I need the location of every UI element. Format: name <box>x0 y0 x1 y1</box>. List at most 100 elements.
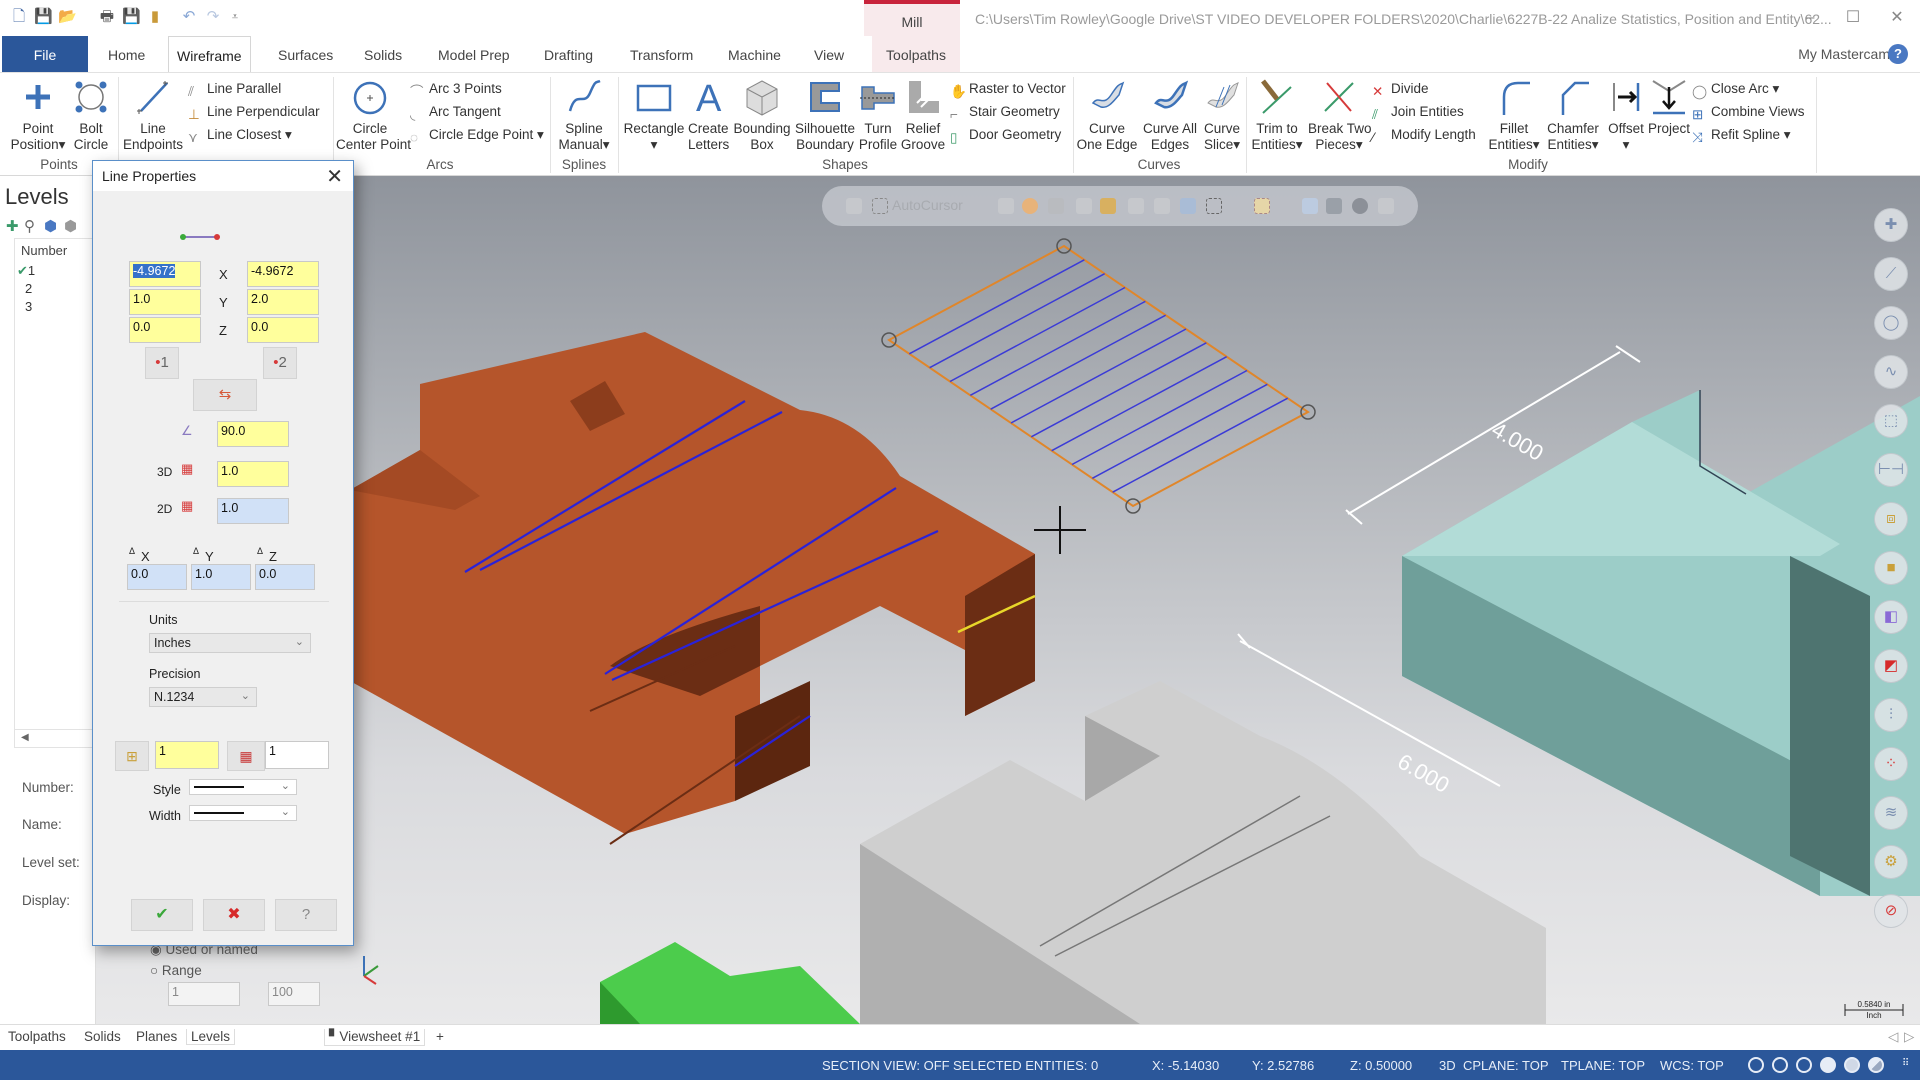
layers-icon[interactable]: ≋ <box>1874 796 1908 830</box>
range-radio[interactable]: ○ Range <box>150 963 202 978</box>
list-item[interactable]: 3 <box>25 299 32 314</box>
new-file-icon[interactable]: 🗋 <box>10 8 28 26</box>
minimize-button[interactable]: – <box>1795 6 1825 30</box>
create-letters-button[interactable]: A Create Letters <box>688 77 729 153</box>
level-field[interactable]: 1 <box>155 741 219 769</box>
undo-icon[interactable]: ↶ <box>180 8 198 26</box>
curve-slice-button[interactable]: Curve Slice▾ <box>1202 77 1242 153</box>
my-mastercam-link[interactable]: My Mastercam <box>1798 46 1890 62</box>
divide-button[interactable]: ✕ Divide <box>1372 81 1429 100</box>
length-3d-field[interactable]: 1.0 <box>217 461 289 487</box>
solid-icon[interactable]: ■ <box>1874 551 1908 585</box>
refit-spline-button[interactable]: ⤨ Refit Spline ▾ <box>1692 127 1791 146</box>
point2-y-field[interactable]: 2.0 <box>247 289 319 315</box>
tplane-status[interactable]: TPLANE: TOP <box>1561 1058 1645 1073</box>
orange-part[interactable] <box>350 332 1036 845</box>
scroll-left-icon[interactable]: ◁ <box>1888 1029 1898 1045</box>
relief-groove-button[interactable]: Relief Groove <box>900 77 946 153</box>
close-arc-button[interactable]: ◯ Close Arc ▾ <box>1692 81 1779 100</box>
select-only-icon[interactable] <box>1352 198 1368 214</box>
tab-wireframe[interactable]: Wireframe <box>168 36 251 72</box>
blank-icon[interactable]: ⊘ <box>1874 894 1908 928</box>
unselect-icon[interactable] <box>1378 198 1394 214</box>
ok-button[interactable]: ✔ <box>131 899 193 931</box>
lock-icon[interactable] <box>846 198 862 214</box>
tab-toolpaths[interactable]: Toolpaths <box>872 36 960 72</box>
tab-drafting[interactable]: Drafting <box>536 36 601 72</box>
analyze-icon[interactable]: ⁘ <box>1874 747 1908 781</box>
line-style-dropdown[interactable]: ⌄ <box>189 779 297 795</box>
stair-geometry-button[interactable]: ⌐ Stair Geometry <box>950 104 1060 123</box>
point2-z-field[interactable]: 0.0 <box>247 317 319 343</box>
dialog-titlebar[interactable]: Line Properties ✕ <box>93 161 353 191</box>
attributes-icon[interactable]: ⫶ <box>1874 698 1908 732</box>
angle-field[interactable]: 90.0 <box>217 421 289 447</box>
select-cursor-icon[interactable] <box>872 198 888 214</box>
show-all-icon[interactable]: ⬢ <box>44 219 58 234</box>
break-two-pieces-button[interactable]: Break Two Pieces▾ <box>1308 77 1372 153</box>
line-width-dropdown[interactable]: ⌄ <box>189 805 297 821</box>
hatched-rectangle[interactable] <box>881 238 1316 514</box>
wireframe-view-icon[interactable] <box>1748 1057 1764 1073</box>
select-body-icon[interactable] <box>1128 198 1144 214</box>
green-part[interactable] <box>600 942 860 1024</box>
point1-x-field[interactable]: -4.9672 <box>129 261 201 287</box>
material-icon[interactable] <box>1868 1057 1884 1073</box>
curve-one-edge-button[interactable]: Curve One Edge <box>1076 77 1138 153</box>
print-icon[interactable]: 🖶 <box>98 8 116 26</box>
modify-length-button[interactable]: ⁄ Modify Length <box>1372 127 1476 146</box>
hidden-line-icon[interactable] <box>1772 1057 1788 1073</box>
circle-icon[interactable]: ◯ <box>1874 306 1908 340</box>
autocursor-dropdown[interactable]: AutoCursor <box>892 197 963 213</box>
window-select-icon[interactable] <box>1206 198 1222 214</box>
combine-views-button[interactable]: ⊞ Combine Views <box>1692 104 1805 123</box>
dialog-close-icon[interactable]: ✕ <box>326 164 343 189</box>
line-parallel-button[interactable]: ⫽ Line Parallel <box>188 81 281 100</box>
units-dropdown[interactable]: Inches ⌄ <box>149 633 311 653</box>
section-view-status[interactable]: SECTION VIEW: OFF <box>822 1058 950 1073</box>
circle-center-point-button[interactable]: Circle Center Point <box>336 77 411 153</box>
color-icon[interactable]: ◩ <box>1874 649 1908 683</box>
offset-button[interactable]: Offset ▾ <box>1606 77 1646 153</box>
cursor-z[interactable]: Z: 0.50000 <box>1350 1058 1412 1073</box>
curve-all-edges-button[interactable]: Curve All Edges <box>1140 77 1200 153</box>
properties-icon[interactable]: ▮ <box>146 8 164 26</box>
list-item[interactable]: ✔1 <box>17 263 35 279</box>
search-icon[interactable]: ⚲ <box>24 219 38 234</box>
scroll-right-icon[interactable]: ▷ <box>1904 1029 1914 1045</box>
shaded-outline-icon[interactable] <box>1796 1057 1812 1073</box>
tab-solids-panel[interactable]: Solids <box>84 1029 121 1044</box>
color-button[interactable]: ▦ <box>227 741 265 771</box>
save-as-icon[interactable]: 💾 <box>122 8 141 26</box>
tab-levels-panel[interactable]: Levels <box>186 1029 236 1045</box>
arc-3-points-button[interactable]: ⌒ Arc 3 Points <box>410 81 502 100</box>
help-icon[interactable]: ? <box>1888 44 1908 64</box>
verify-icon[interactable] <box>1302 198 1318 214</box>
tab-planes-panel[interactable]: Planes <box>136 1029 177 1044</box>
shaded-icon[interactable] <box>1820 1057 1836 1073</box>
list-item[interactable]: 2 <box>25 281 32 296</box>
cplane-status[interactable]: CPLANE: TOP <box>1463 1058 1549 1073</box>
mode-3d[interactable]: 3D <box>1439 1058 1456 1073</box>
cancel-button[interactable]: ✖ <box>203 899 265 931</box>
select-face-icon[interactable] <box>1100 198 1116 214</box>
tab-model-prep[interactable]: Model Prep <box>430 36 518 72</box>
raster-to-vector-button[interactable]: ✋ Raster to Vector <box>950 81 1066 100</box>
select-point1-button[interactable]: •1 <box>145 347 179 379</box>
silhouette-boundary-button[interactable]: Silhouette Boundary <box>794 77 856 153</box>
tab-view[interactable]: View <box>806 36 852 72</box>
redo-icon[interactable]: ↷ <box>204 8 222 26</box>
range-to-field[interactable]: 100 <box>268 982 320 1006</box>
cube-icon[interactable]: ⬚ <box>1874 404 1908 438</box>
line-icon[interactable]: ⟋ <box>1874 257 1908 291</box>
column-header-number[interactable]: Number <box>21 243 67 258</box>
point1-z-field[interactable]: 0.0 <box>129 317 201 343</box>
tab-file[interactable]: File <box>2 36 88 72</box>
tab-surfaces[interactable]: Surfaces <box>270 36 341 72</box>
add-point-icon[interactable]: ✚ <box>1874 208 1908 242</box>
add-level-icon[interactable]: ✚ <box>6 219 20 234</box>
rectangle-button[interactable]: Rectangle ▾ <box>622 77 686 153</box>
chamfer-entities-button[interactable]: Chamfer Entities▾ <box>1542 77 1604 153</box>
arc-tangent-button[interactable]: ◟ Arc Tangent <box>410 104 501 123</box>
line-endpoints-button[interactable]: Line Endpoints <box>120 77 186 153</box>
